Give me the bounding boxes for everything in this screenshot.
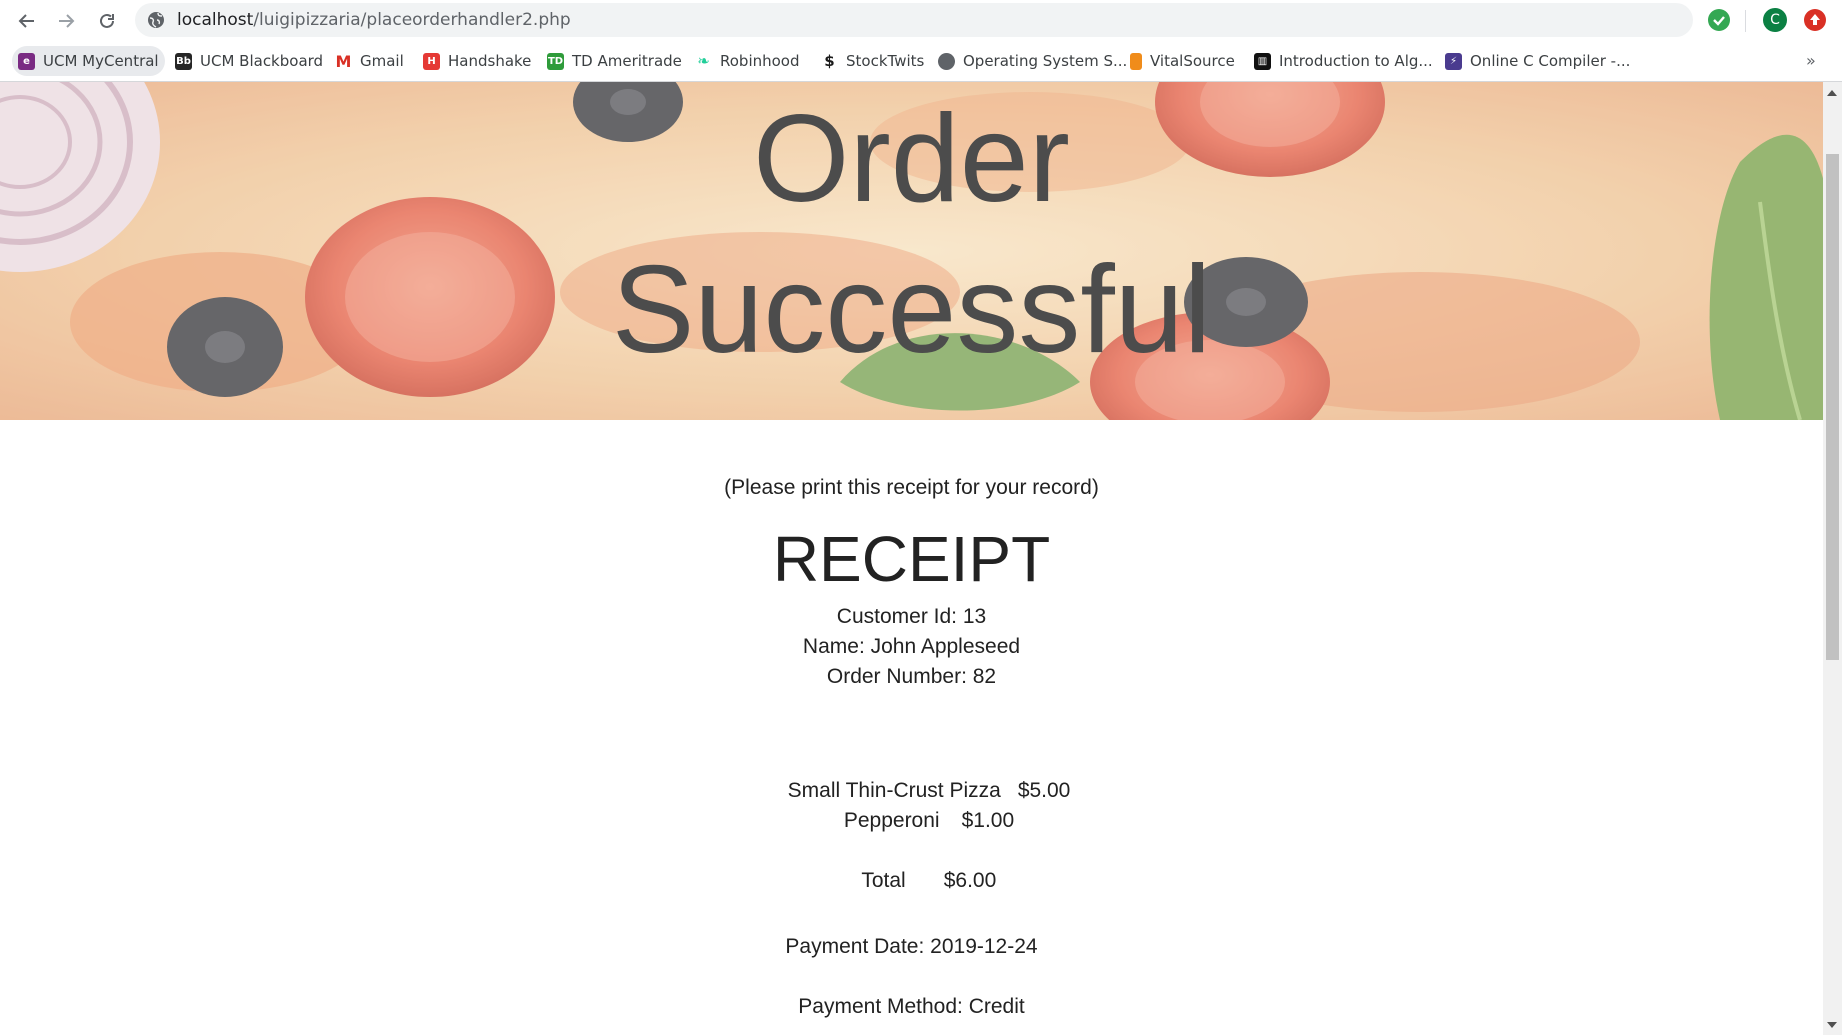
forward-button[interactable] — [51, 6, 81, 36]
globe-icon — [148, 12, 164, 28]
payment-method: Payment Method: Credit — [798, 995, 1025, 1018]
url-text: localhost/luigipizzaria/placeorderhandle… — [177, 10, 571, 30]
bookmark-label: Operating System S... — [963, 52, 1128, 70]
stocktwits-icon: $ — [824, 52, 835, 70]
handshake-icon: H — [423, 52, 440, 70]
bookmark-label: Handshake — [448, 52, 532, 70]
url-path: /luigipizzaria/placeorderhandler2.php — [253, 10, 571, 30]
toolbar-divider — [1745, 10, 1746, 32]
bookmark-introduction-to-algorithms[interactable]: ▥ Introduction to Alg... — [1248, 46, 1439, 76]
scroll-up-arrow-icon[interactable] — [1827, 90, 1837, 96]
gmail-icon: M — [335, 51, 352, 71]
bookmark-gmail[interactable]: M Gmail — [329, 46, 410, 76]
total-label: Total — [861, 869, 906, 892]
receipt-heading: RECEIPT — [772, 523, 1051, 595]
url-host: localhost — [177, 10, 254, 30]
order-total: Total $6.00 — [0, 845, 1823, 917]
online-c-compiler-icon: ⚡ — [1445, 52, 1462, 70]
bookmark-label: Introduction to Alg... — [1279, 52, 1433, 70]
back-button[interactable] — [12, 6, 42, 36]
reload-icon — [100, 13, 114, 28]
title-line-successful: Successful — [611, 241, 1212, 379]
bookmark-ucm-mycentral[interactable]: e UCM MyCentral — [12, 46, 165, 76]
scrollbar-thumb[interactable] — [1826, 154, 1839, 660]
browser-toolbar: localhost/luigipizzaria/placeorderhandle… — [0, 0, 1842, 41]
introduction-to-algorithms-icon: ▥ — [1254, 52, 1271, 70]
bookmark-robinhood[interactable]: ❧ Robinhood — [689, 46, 806, 76]
robinhood-icon: ❧ — [697, 52, 710, 70]
bookmark-label: UCM Blackboard — [200, 52, 324, 70]
vitalsource-icon — [1130, 52, 1142, 70]
page-title: Order Successful — [0, 82, 1823, 386]
vertical-scrollbar[interactable] — [1823, 82, 1842, 1035]
page-viewport: Order Successful (Please print this rece… — [0, 82, 1823, 1035]
update-icon[interactable] — [1804, 9, 1826, 31]
bookmark-td-ameritrade[interactable]: TD TD Ameritrade — [541, 46, 688, 76]
bookmark-label: UCM MyCentral — [43, 52, 159, 70]
customer-id: Customer Id: 13 — [836, 605, 987, 628]
td-ameritrade-icon: TD — [547, 52, 564, 70]
bookmark-label: StockTwits — [846, 52, 925, 70]
title-line-order: Order — [753, 90, 1070, 228]
profile-avatar[interactable]: C — [1763, 8, 1787, 32]
bookmark-operating-system[interactable]: Operating System S... — [932, 46, 1133, 76]
bookmark-online-c-compiler[interactable]: ⚡ Online C Compiler -... — [1439, 46, 1636, 76]
customer-name: Name: John Appleseed — [802, 635, 1021, 658]
item-name: Pepperoni — [843, 809, 940, 832]
forward-arrow-icon — [59, 14, 75, 28]
more-bookmarks-button[interactable]: » — [1806, 51, 1816, 70]
check-extension-icon[interactable] — [1708, 9, 1730, 31]
bookmark-ucm-blackboard[interactable]: Bb UCM Blackboard — [169, 46, 329, 76]
bookmark-label: Gmail — [360, 52, 404, 70]
bookmark-handshake[interactable]: H Handshake — [417, 46, 537, 76]
bookmark-vitalsource[interactable]: VitalSource — [1124, 46, 1241, 76]
reload-button[interactable] — [92, 6, 122, 36]
bookmark-label: VitalSource — [1150, 52, 1235, 70]
bookmark-label: TD Ameritrade — [572, 52, 682, 70]
print-note: (Please print this receipt for your reco… — [724, 476, 1099, 499]
address-bar[interactable]: localhost/luigipizzaria/placeorderhandle… — [135, 3, 1693, 37]
bookmark-label: Online C Compiler -... — [1470, 52, 1631, 70]
hero-banner: Order Successful — [0, 82, 1823, 420]
bookmarks-bar: e UCM MyCentral Bb UCM Blackboard M Gmai… — [0, 41, 1842, 82]
item-price: $1.00 — [961, 809, 1015, 832]
operating-system-icon — [938, 52, 955, 70]
bookmark-stocktwits[interactable]: $ StockTwits — [815, 46, 930, 76]
order-number: Order Number: 82 — [826, 665, 997, 688]
scroll-down-arrow-icon[interactable] — [1827, 1022, 1837, 1028]
payment-date: Payment Date: 2019-12-24 — [785, 935, 1038, 958]
back-arrow-icon — [18, 14, 34, 28]
ucm-mycentral-icon: e — [18, 52, 35, 70]
total-value: $6.00 — [943, 869, 997, 892]
bookmark-label: Robinhood — [720, 52, 800, 70]
blackboard-icon: Bb — [175, 52, 192, 70]
